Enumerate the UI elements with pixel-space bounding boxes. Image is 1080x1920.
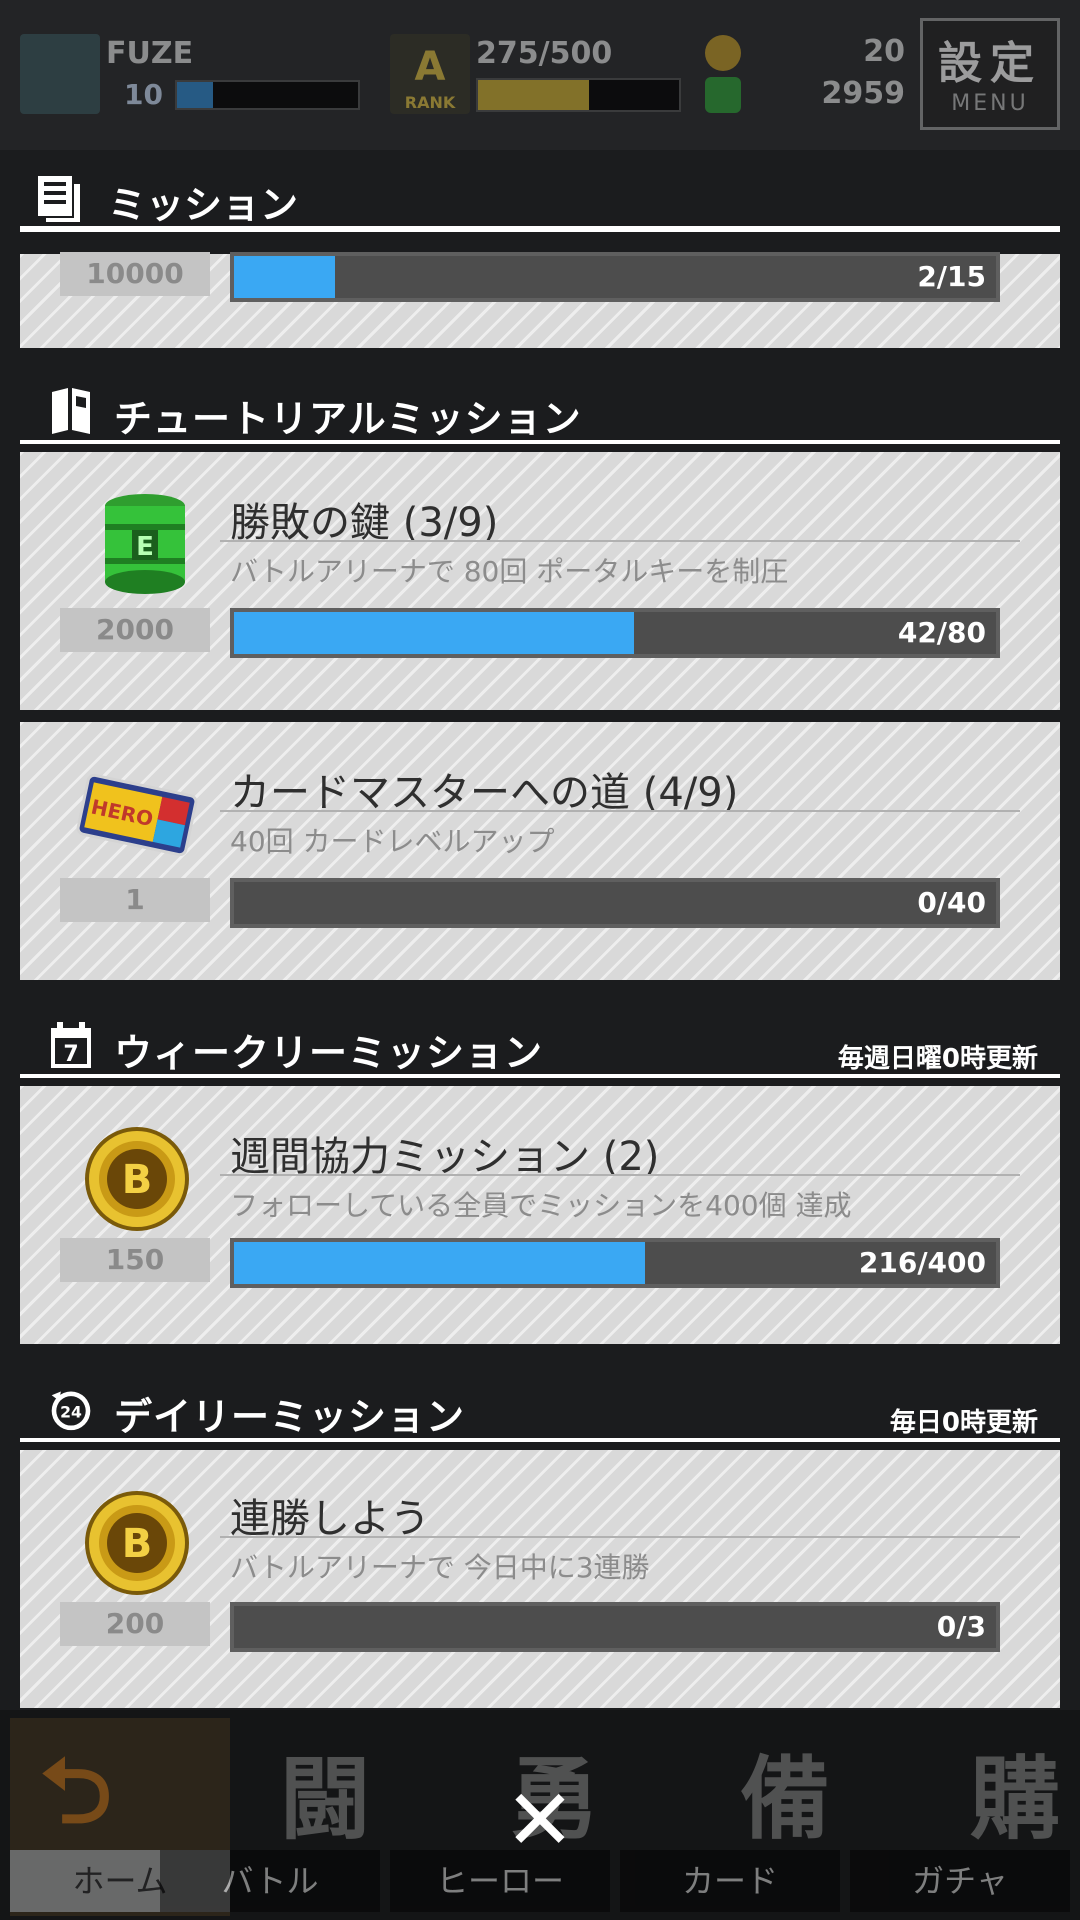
mission-progress-bar: 0/3: [230, 1602, 1000, 1652]
reward-count: 150: [60, 1238, 210, 1282]
nav-label: バトル: [160, 1850, 380, 1912]
title-underline: [220, 1174, 1020, 1176]
mission-modal-header: ミッション: [20, 160, 1060, 236]
reward-count: 2000: [60, 608, 210, 652]
mission-progress-bar: 0/40: [230, 878, 1000, 928]
svg-text:E: E: [136, 532, 154, 562]
player-profile[interactable]: FUZE 10: [20, 34, 370, 114]
mission-card[interactable]: E 2000 勝敗の鍵 (3/9) バトルアリーナで 80回 ポータルキーを制圧…: [20, 452, 1060, 710]
title-underline: [220, 540, 1020, 542]
rank-progress-bar: [476, 78, 681, 112]
player-name: FUZE: [106, 36, 194, 71]
mission-progress-bar: 42/80: [230, 608, 1000, 658]
title-underline: [220, 1536, 1020, 1538]
title-underline: [220, 810, 1020, 812]
mission-description: フォローしている全員でミッションを400個 達成: [230, 1189, 852, 1222]
section-title: デイリーミッション: [114, 1395, 466, 1439]
reset-note: 毎週日曜0時更新: [837, 1044, 1038, 1074]
progress-fill: [234, 612, 635, 654]
mission-card[interactable]: HERO 1 カードマスターへの道 (4/9) 40回 カードレベルアップ 0/…: [20, 722, 1060, 980]
calendar-icon: 7: [51, 1022, 91, 1068]
player-avatar: [20, 34, 100, 114]
section-weekly: 7 ウィークリーミッション 毎週日曜0時更新: [20, 1012, 1060, 1078]
rank-label: RANK: [404, 93, 456, 112]
mission-description: バトルアリーナで 今日中に3連勝: [230, 1551, 650, 1584]
nav-gacha[interactable]: 購 ガチャ: [850, 1718, 1070, 1916]
section-divider: [20, 1074, 1060, 1078]
mission-card[interactable]: B 200 連勝しよう バトルアリーナで 今日中に3連勝 0/3: [20, 1450, 1060, 1708]
daily-24h-icon: 24: [51, 1391, 91, 1431]
rank-badge: A RANK: [390, 34, 470, 114]
mission-progress-bar: 216/400: [230, 1238, 1000, 1288]
menu-label: MENU: [951, 91, 1029, 116]
key-value: 2959: [821, 76, 906, 111]
section-title: ウィークリーミッション: [114, 1031, 544, 1075]
svg-text:24: 24: [60, 1402, 82, 1421]
progress-text: 0/40: [917, 886, 986, 919]
svg-text:B: B: [122, 1521, 153, 1567]
section-divider: [20, 440, 1060, 444]
gold-coin-icon: [705, 34, 741, 71]
nav-label: カード: [620, 1850, 840, 1912]
nav-kanji: 備: [740, 1747, 830, 1852]
top-status-bar: FUZE 10 A RANK 275/500 20 2959: [0, 0, 1080, 150]
modal-title: ミッション: [108, 183, 299, 227]
rank-value: 275/500: [476, 36, 613, 71]
progress-text: 0/3: [936, 1610, 986, 1643]
nav-battle[interactable]: 闘 バトル: [160, 1718, 380, 1916]
svg-text:7: 7: [63, 1042, 78, 1067]
nav-card[interactable]: 備 カード: [620, 1718, 840, 1916]
mission-card-partial: 10000 2/15: [20, 252, 1060, 348]
close-modal-button[interactable]: ✕: [500, 1778, 580, 1862]
mission-card[interactable]: B 150 週間協力ミッション (2) フォローしている全員でミッションを400…: [20, 1086, 1060, 1344]
hero-ticket-icon: HERO: [76, 773, 198, 857]
reset-note: 毎日0時更新: [889, 1408, 1038, 1438]
nav-kanji: 闘: [280, 1747, 370, 1852]
reward-count: 1: [60, 878, 210, 922]
progress-text: 216/400: [858, 1246, 986, 1279]
nav-kanji: 購: [970, 1747, 1060, 1852]
document-icon: [38, 176, 80, 222]
book-icon: [52, 388, 90, 434]
reward-count: 200: [60, 1602, 210, 1646]
green-key-barrel-icon: E: [105, 494, 185, 594]
progress-fill: [234, 1242, 646, 1284]
key-currency: 2959: [705, 76, 905, 113]
rank-icon: A: [414, 44, 446, 90]
nav-label: ガチャ: [850, 1850, 1070, 1912]
progress-text: 2/15: [917, 260, 986, 293]
section-daily: 24 デイリーミッション 毎日0時更新: [20, 1376, 1060, 1442]
section-tutorial: チュートリアルミッション: [20, 378, 1060, 444]
level-progress-bar: [175, 80, 360, 110]
player-level: 10: [124, 78, 163, 111]
mission-description: バトルアリーナで 80回 ポータルキーを制圧: [230, 555, 789, 588]
header-divider: [20, 226, 1060, 232]
section-title: チュートリアルミッション: [114, 397, 582, 441]
green-key-icon: [705, 76, 741, 113]
settings-menu-button[interactable]: 設定 MENU: [920, 18, 1060, 130]
gold-coin-icon: B: [85, 1491, 189, 1595]
gold-value: 20: [863, 34, 905, 69]
reward-count: 10000: [60, 252, 210, 296]
mission-description: 40回 カードレベルアップ: [230, 825, 555, 858]
section-divider: [20, 1438, 1060, 1442]
progress-text: 42/80: [897, 616, 986, 649]
gold-coin-icon: B: [85, 1127, 189, 1231]
mission-progress-bar: 2/15: [230, 252, 1000, 302]
menu-kanji: 設定: [938, 38, 1042, 89]
progress-fill: [234, 256, 336, 298]
gold-currency: 20: [705, 34, 905, 71]
svg-text:B: B: [122, 1157, 153, 1203]
